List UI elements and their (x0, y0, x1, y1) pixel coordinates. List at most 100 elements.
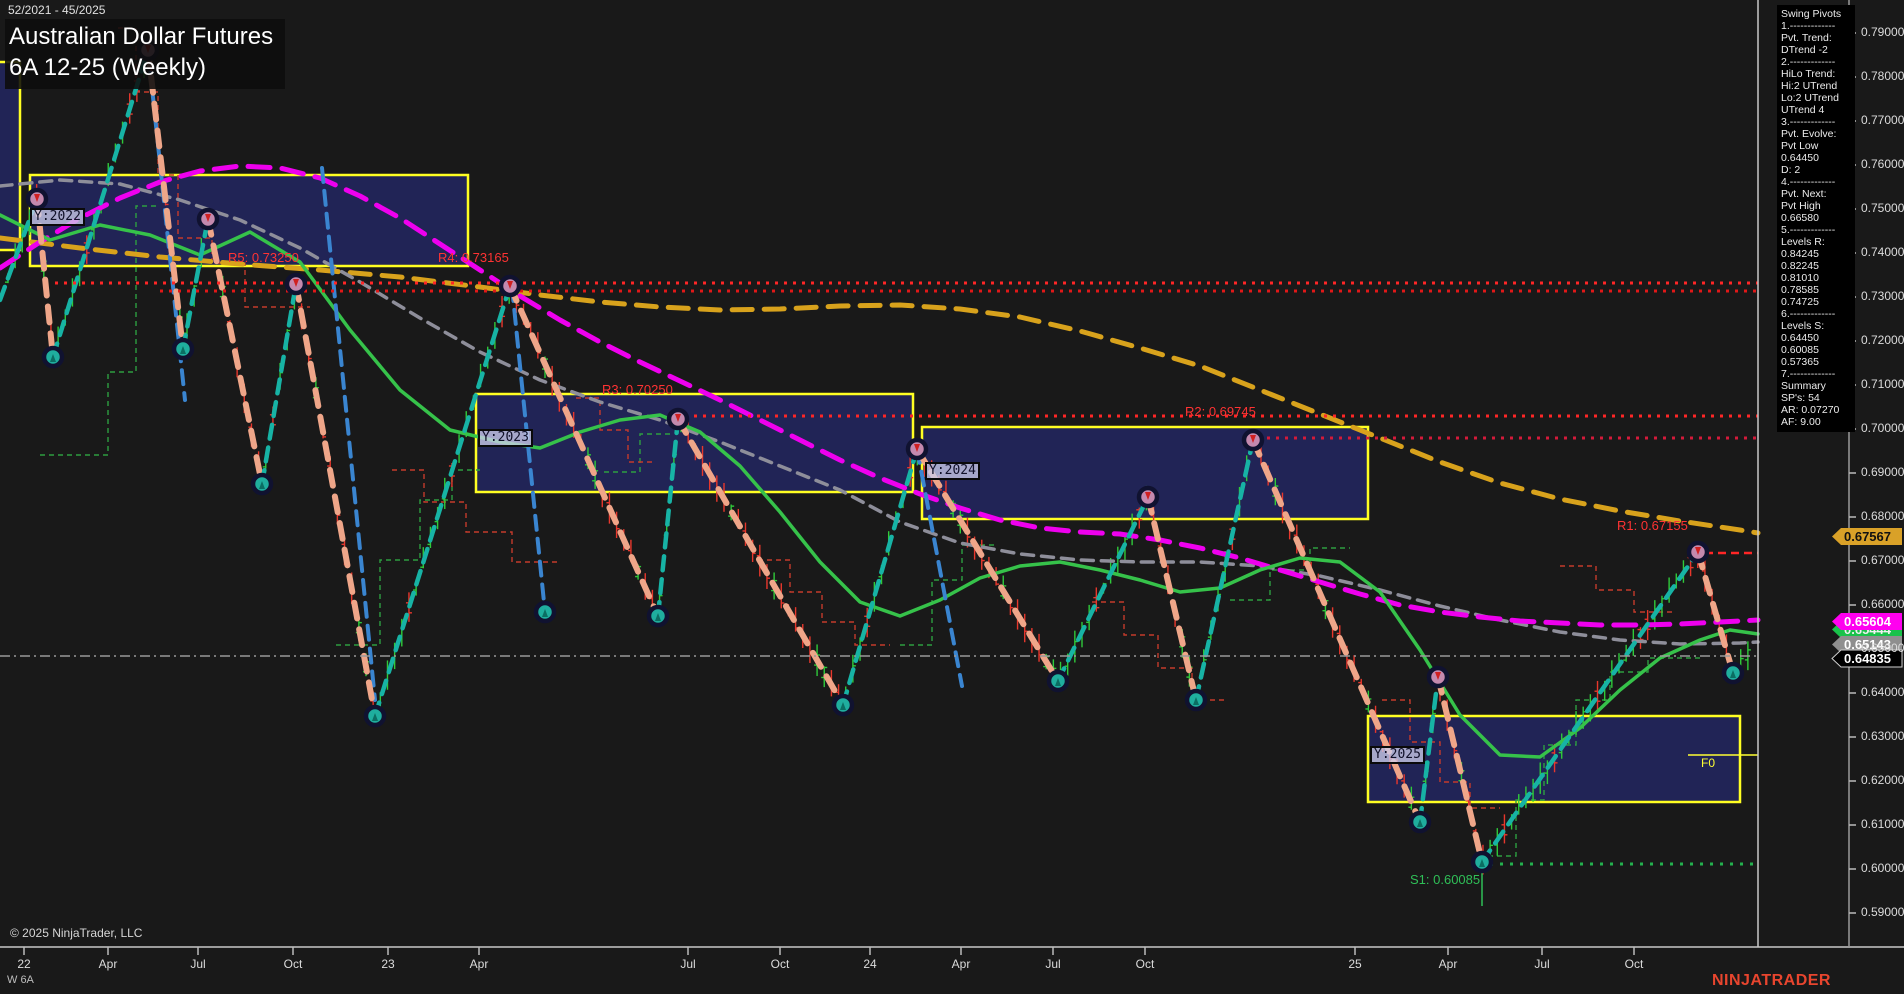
price-bar-down (1501, 814, 1508, 844)
zigzag-teal[interactable] (1055, 494, 1151, 684)
price-tick-label: 0.61000 (1861, 817, 1904, 831)
price-tick-label: 0.62000 (1861, 773, 1904, 787)
time-tick-label: Apr (1438, 957, 1458, 971)
price-tick-label: 0.78000 (1861, 69, 1904, 83)
chart-title: Australian Dollar Futures 6A 12-25 (Week… (5, 19, 286, 89)
time-tick-label: Jul (680, 957, 696, 971)
price-tick-label: 0.68000 (1861, 509, 1904, 523)
panel-line: 0.64450 (1781, 152, 1819, 164)
panel-line: DTrend -2 (1781, 44, 1828, 56)
panel-line: 0.82245 (1781, 260, 1819, 272)
panel-line: Pvt. Evolve: (1781, 128, 1837, 140)
panel-line: 6.------------- (1781, 308, 1836, 320)
time-tick-label: Jul (190, 957, 206, 971)
panel-line: Levels S: (1781, 320, 1825, 332)
panel-line: Pvt. Next: (1781, 188, 1827, 200)
panel-line: D: 2 (1781, 164, 1801, 176)
panel-line: Lo:2 UTrend (1781, 92, 1839, 104)
instrument-label: W 6A (7, 974, 34, 986)
panel-line: 0.57365 (1781, 356, 1819, 368)
panel-line: Hi:2 UTrend (1781, 80, 1838, 92)
ninjatrader-logo: NINJATRADER (1712, 972, 1831, 989)
panel-line: Pvt High (1781, 200, 1821, 212)
panel-line: 7.------------- (1781, 368, 1836, 380)
chart-window: { "header": {"range": "52/2021 - 45/2025… (0, 0, 1904, 994)
panel-line: Pvt. Trend: (1781, 32, 1832, 44)
year-label[interactable]: Y:2022 (30, 208, 85, 226)
year-label[interactable]: Y:2025 (1370, 746, 1425, 764)
price-tick-label: 0.67000 (1861, 553, 1904, 567)
price-tick-label: 0.59000 (1861, 905, 1904, 919)
panel-line: 0.74725 (1781, 296, 1819, 308)
swing-pivots-panel[interactable]: Swing Pivots 1.------------- Pvt. Trend: DT… (1777, 5, 1855, 432)
year-label[interactable]: Y:2024 (925, 462, 980, 480)
price-tick-label: 0.76000 (1861, 157, 1904, 171)
time-tick-label: Oct (283, 957, 303, 971)
price-tick-label: 0.71000 (1861, 377, 1904, 391)
level-label: R4: 0.73165 (438, 250, 509, 265)
panel-line: UTrend 4 (1781, 104, 1825, 116)
zigzag-teal[interactable] (372, 283, 513, 719)
zigzag-salmon[interactable] (293, 281, 378, 719)
price-tick-label: 0.66000 (1861, 597, 1904, 611)
copyright-label: © 2025 NinjaTrader, LLC (10, 926, 143, 940)
time-tick-label: 24 (863, 957, 877, 971)
f0-label[interactable]: F0 (1701, 756, 1715, 770)
date-range-label: 52/2021 - 45/2025 (8, 3, 106, 17)
zigzag-salmon[interactable] (1145, 494, 1199, 703)
level-label: S1: 0.60085 (1410, 872, 1481, 887)
price-tick-label: 0.77000 (1861, 113, 1904, 127)
price-tick-label: 0.74000 (1861, 245, 1904, 259)
zigzag-teal[interactable] (1479, 549, 1701, 865)
panel-line: 1.------------- (1781, 20, 1836, 32)
price-tick-label: 0.73000 (1861, 289, 1904, 303)
chart-title-line1: Australian Dollar Futures (9, 23, 274, 50)
price-tick-label: 0.63000 (1861, 729, 1904, 743)
panel-line: 0.64450 (1781, 332, 1819, 344)
time-tick-label: Oct (1135, 957, 1155, 971)
zigzag-salmon[interactable] (1695, 549, 1736, 676)
panel-line: 0.84245 (1781, 248, 1819, 260)
panel-line: AF: 9.00 (1781, 416, 1821, 428)
panel-line: 0.66580 (1781, 212, 1819, 224)
panel-line: 0.60085 (1781, 344, 1819, 356)
price-tick-label: 0.79000 (1861, 25, 1904, 39)
panel-line: AR: 0.07270 (1781, 404, 1840, 416)
time-tick-label: Oct (1624, 957, 1644, 971)
time-tick-label: Jul (1045, 957, 1061, 971)
panel-line: Swing Pivots (1781, 8, 1842, 20)
level-label: R1: 0.67155 (1617, 518, 1688, 533)
time-tick-label: 22 (17, 957, 31, 971)
chart-canvas[interactable]: 0.675670.654440.656040.651430.64835 (0, 0, 1904, 994)
panel-line: 4.------------- (1781, 176, 1836, 188)
price-tick-label: 0.69000 (1861, 465, 1904, 479)
panel-line: 3.------------- (1781, 116, 1836, 128)
price-tag-value: 0.65604 (1844, 614, 1892, 629)
panel-line: 0.81010 (1781, 272, 1819, 284)
time-tick-label: 23 (381, 957, 395, 971)
level-label: R2: 0.69745 (1185, 404, 1256, 419)
price-tick-label: 0.65000 (1861, 641, 1904, 655)
zigzag-teal[interactable] (259, 281, 299, 487)
time-tick-label: 25 (1348, 957, 1362, 971)
price-tick-label: 0.75000 (1861, 201, 1904, 215)
time-tick-label: Jul (1534, 957, 1550, 971)
year-label[interactable]: Y:2023 (478, 429, 533, 447)
time-tick-label: Apr (98, 957, 118, 971)
trail-stop-steps (758, 559, 890, 646)
time-tick-label: Apr (469, 957, 489, 971)
panel-line: 5.------------- (1781, 224, 1836, 236)
panel-line: Levels R: (1781, 236, 1825, 248)
panel-line: 2.------------- (1781, 56, 1836, 68)
panel-line: SP's: 54 (1781, 392, 1820, 404)
price-tick-label: 0.70000 (1861, 421, 1904, 435)
time-tick-label: Oct (770, 957, 790, 971)
price-tick-label: 0.72000 (1861, 333, 1904, 347)
level-label: R5: 0.73250 (228, 250, 299, 265)
price-tick-label: 0.64000 (1861, 685, 1904, 699)
panel-line: 0.78585 (1781, 284, 1819, 296)
price-tick-label: 0.60000 (1861, 861, 1904, 875)
chart-title-line2: 6A 12-25 (Weekly) (9, 54, 206, 81)
panel-line: HiLo Trend: (1781, 68, 1836, 80)
panel-line: Pvt Low (1781, 140, 1819, 152)
